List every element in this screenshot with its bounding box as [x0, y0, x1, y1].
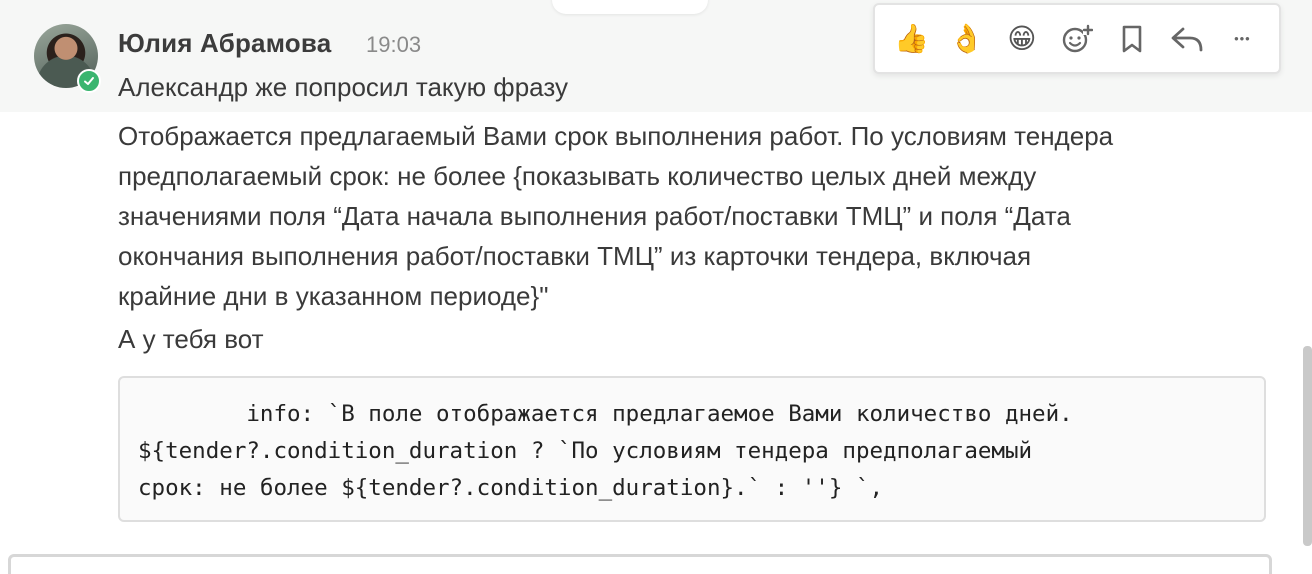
- code-line: ${tender?.condition_duration ? `По услов…: [138, 438, 1033, 464]
- paragraph-line: Отображается предлагаемый Вами срок выпо…: [118, 121, 1114, 151]
- message-actions-toolbar: 👍 👌 😁 •••: [873, 3, 1281, 74]
- scrollbar[interactable]: [1303, 346, 1312, 546]
- code-block: info: `В поле отображается предлагаемое …: [118, 376, 1266, 522]
- paragraph-line: окончания выполнения работ/поставки ТМЦ”…: [118, 241, 1032, 271]
- bookmark-button[interactable]: [1114, 20, 1151, 58]
- paragraph-line: предполагаемый срок: не более {показыват…: [118, 161, 1037, 191]
- reply-icon: [1171, 27, 1203, 51]
- message-paragraph: Отображается предлагаемый Вами срок выпо…: [118, 116, 1258, 316]
- grin-reaction-button[interactable]: 😁: [1003, 20, 1040, 58]
- bookmark-icon: [1122, 25, 1142, 52]
- message-text-line: Александр же попросил такую фразу: [118, 72, 568, 102]
- message-composer-input[interactable]: [8, 554, 1272, 574]
- more-icon: •••: [1234, 31, 1251, 46]
- date-separator-pill: [552, 0, 708, 14]
- more-actions-button[interactable]: •••: [1224, 20, 1261, 58]
- online-status-icon: [77, 69, 101, 93]
- chat-view: Юлия Абрамова 19:03 Александр же попроси…: [0, 0, 1312, 574]
- add-reaction-button[interactable]: [1058, 20, 1095, 58]
- paragraph-line: крайние дни в указанном периоде}": [118, 281, 549, 311]
- ok-hand-icon: 👌: [949, 23, 985, 54]
- paragraph-line: значениями поля “Дата начала выполнения …: [118, 201, 1071, 231]
- code-line: info: `В поле отображается предлагаемое …: [138, 401, 1073, 427]
- message-author[interactable]: Юлия Абрамова: [118, 28, 331, 59]
- add-reaction-icon: [1062, 24, 1093, 52]
- ok-hand-reaction-button[interactable]: 👌: [948, 20, 985, 58]
- message-timestamp[interactable]: 19:03: [366, 32, 421, 58]
- message-text-line: А у тебя вот: [118, 324, 264, 354]
- thumbs-up-reaction-button[interactable]: 👍: [893, 20, 930, 58]
- thumbs-up-icon: 👍: [894, 23, 929, 54]
- reply-button[interactable]: [1169, 20, 1206, 58]
- code-line: срок: не более ${tender?.condition_durat…: [138, 475, 884, 501]
- grin-icon: 😁: [1007, 23, 1037, 54]
